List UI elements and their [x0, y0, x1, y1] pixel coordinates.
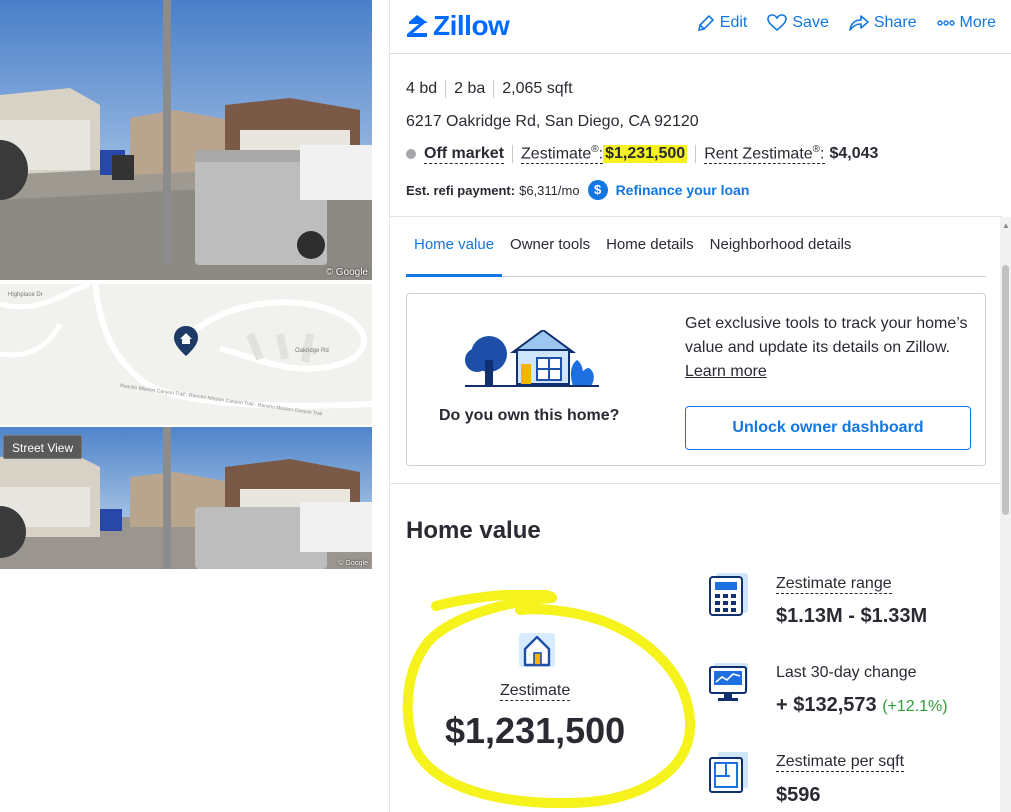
top-bar: Zillow Edit Save Share More [390, 0, 1011, 54]
save-button[interactable]: Save [767, 14, 829, 32]
street-photo[interactable]: © Google [0, 0, 372, 280]
owner-card-text: Get exclusive tools to track your home’s… [685, 312, 975, 384]
more-button[interactable]: More [936, 14, 996, 32]
thirty-day-change-value: + $132,573 [776, 694, 877, 716]
scroll-up-icon[interactable]: ▲ [1002, 221, 1010, 230]
pencil-icon [697, 14, 714, 32]
tab-home-value[interactable]: Home value [406, 226, 503, 277]
share-icon [849, 15, 869, 31]
zestimate-per-sqft-label[interactable]: Zestimate per sqft [776, 753, 905, 772]
baths-count: 2 ba [454, 80, 486, 97]
thirty-day-change-row: + $132,573 (+12.1%) [776, 694, 948, 717]
refi-label: Est. refi payment: [406, 182, 516, 198]
house-icon [517, 627, 557, 674]
floorplan-icon [708, 752, 752, 799]
more-icon [936, 20, 955, 26]
owner-card-description: Get exclusive tools to track your home’s… [685, 315, 968, 356]
dollar-icon: $ [587, 180, 608, 200]
property-panel: Zillow Edit Save Share More 4 bd 2 ba 2,… [389, 0, 1011, 812]
monitor-chart-icon [708, 663, 752, 708]
photo-credit: © Google [325, 267, 368, 278]
zillow-logo[interactable]: Zillow [405, 10, 510, 42]
status-row: Off market Zestimate®: $1,231,500 Rent Z… [406, 144, 879, 165]
photo-credit: © Google [338, 560, 368, 567]
thirty-day-change-percent: (+12.1%) [882, 698, 948, 715]
divider [445, 80, 447, 98]
property-address: 6217 Oakridge Rd, San Diego, CA 92120 [406, 113, 699, 130]
square-footage: 2,065 sqft [502, 80, 573, 97]
home-facts: 4 bd 2 ba 2,065 sqft [406, 80, 573, 98]
map-pin-icon[interactable] [174, 326, 198, 361]
divider [493, 80, 495, 98]
tab-home-details[interactable]: Home details [598, 226, 702, 277]
map-label: Highplace Dr [8, 292, 43, 298]
zestimate-value: $1,231,500 [603, 145, 688, 164]
zestimate-tooltip-trigger[interactable]: Zestimate®: [521, 144, 604, 165]
refinance-link[interactable]: Refinance your loan [616, 182, 750, 198]
beds-count: 4 bd [406, 80, 438, 97]
save-label: Save [792, 14, 829, 31]
status-dot-icon [406, 149, 416, 160]
scrollbar[interactable]: ▲ [1000, 217, 1011, 812]
edit-label: Edit [719, 14, 748, 31]
divider [390, 216, 1002, 217]
location-map[interactable]: Highplace Dr Oakridge Rd Rancho Mission … [0, 284, 372, 425]
zestimate-range-value: $1.13M - $1.33M [776, 605, 928, 627]
divider [695, 145, 697, 164]
refi-value: $6,311/mo [519, 182, 580, 198]
own-home-question: Do you own this home? [439, 407, 620, 424]
zestimate-big-label[interactable]: Zestimate [500, 682, 571, 701]
media-gallery: © Google Highplace Dr Oakridge Rd Rancho… [0, 0, 372, 812]
share-label: Share [873, 14, 917, 31]
house-trees-illustration-icon [465, 328, 599, 393]
zillow-logo-icon [407, 15, 428, 37]
map-label: Oakridge Rd [295, 348, 329, 354]
divider [512, 145, 514, 164]
rent-zestimate-label: Rent Zestimate [704, 145, 813, 163]
zestimate-per-sqft-value: $596 [776, 784, 821, 806]
scrollbar-thumb[interactable] [1002, 265, 1009, 515]
tab-neighborhood-details[interactable]: Neighborhood details [702, 226, 860, 277]
zestimate-big-value: $1,231,500 [445, 710, 626, 751]
logo-text: Zillow [433, 10, 510, 41]
home-value-heading: Home value [406, 517, 541, 544]
detail-tabs: Home value Owner tools Home details Neig… [406, 226, 986, 277]
status-text[interactable]: Off market [424, 145, 505, 164]
learn-more-link[interactable]: Learn more [685, 363, 767, 380]
divider [390, 483, 1002, 484]
share-button[interactable]: Share [849, 14, 917, 32]
refi-row: Est. refi payment: $6,311/mo $ Refinance… [406, 180, 749, 200]
street-view-button[interactable]: Street View [3, 435, 83, 459]
zestimate-label: Zestimate [521, 145, 592, 163]
calculator-icon [708, 573, 752, 622]
owner-card: Do you own this home? Get exclusive tool… [406, 293, 986, 466]
zestimate-range-label[interactable]: Zestimate range [776, 575, 892, 594]
more-label: More [959, 14, 996, 31]
rent-zestimate-tooltip-trigger[interactable]: Rent Zestimate®: [704, 144, 825, 165]
thirty-day-change-label: Last 30-day change [776, 664, 917, 681]
unlock-owner-dashboard-button[interactable]: Unlock owner dashboard [685, 406, 971, 450]
rent-zestimate-value: $4,043 [829, 145, 879, 163]
header-actions: Edit Save Share More [697, 14, 996, 32]
edit-button[interactable]: Edit [697, 14, 748, 32]
tab-owner-tools[interactable]: Owner tools [502, 226, 598, 277]
heart-icon [767, 14, 788, 32]
